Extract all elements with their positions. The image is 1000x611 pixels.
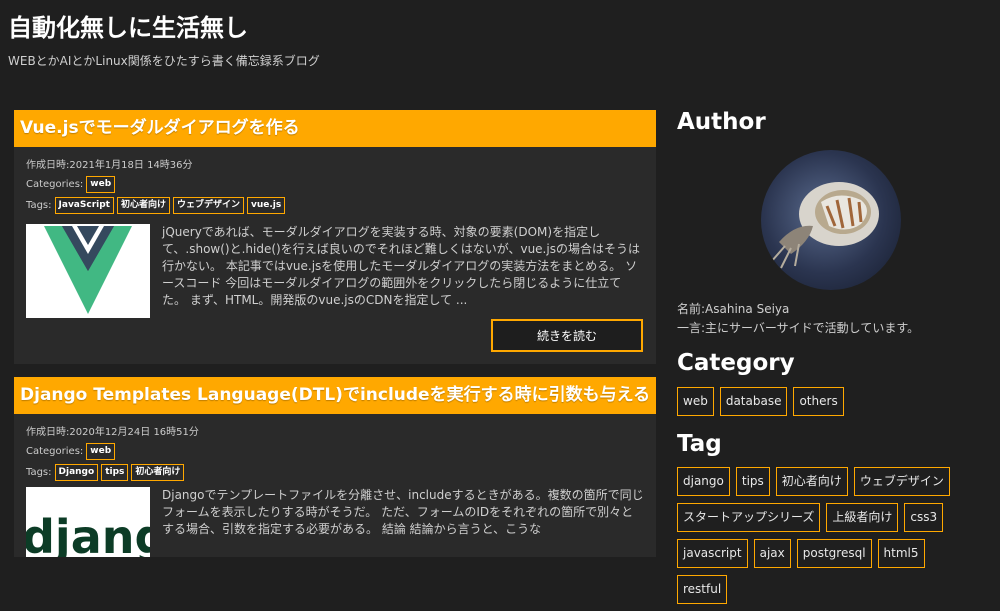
sidebar: Author 名前:Asahina Seiya 一言:主にサーバーサイドで活動し… bbox=[677, 104, 987, 611]
site-title[interactable]: 自動化無しに生活無し bbox=[8, 8, 248, 43]
categories-label: Categories: bbox=[26, 179, 84, 190]
category-chip[interactable]: web bbox=[86, 176, 116, 193]
tag-link[interactable]: tips bbox=[735, 467, 770, 496]
tag-link[interactable]: html5 bbox=[877, 539, 925, 568]
category-chip[interactable]: web bbox=[86, 443, 116, 460]
category-heading: Category bbox=[677, 350, 795, 376]
post-meta: 作成日時:2021年1月18日 14時36分 Categories: web T… bbox=[14, 147, 656, 216]
post-date: 作成日時:2020年12月24日 16時51分 bbox=[26, 427, 199, 438]
tags-label: Tags: bbox=[26, 467, 52, 478]
post-card: Vue.jsでモーダルダイアログを作る 作成日時:2021年1月18日 14時3… bbox=[14, 110, 656, 364]
tag-link[interactable]: 初心者向け bbox=[775, 467, 848, 496]
post-thumbnail[interactable]: django bbox=[26, 487, 150, 557]
tag-chip[interactable]: tips bbox=[101, 464, 129, 481]
tag-link[interactable]: スタートアップシリーズ bbox=[677, 503, 821, 532]
post-body: jQueryであれば、モーダルダイアログを実装する時、対象の要素(DOM)を指定… bbox=[14, 224, 656, 352]
tag-link[interactable]: restful bbox=[677, 575, 728, 604]
author-info: 名前:Asahina Seiya 一言:主にサーバーサイドで活動しています。 bbox=[677, 300, 987, 338]
post-tags: Tags: JavaScript 初心者向け ウェブデザイン vue.js bbox=[26, 195, 644, 216]
tag-chip[interactable]: 初心者向け bbox=[116, 197, 170, 214]
tag-link[interactable]: postgresql bbox=[796, 539, 872, 568]
post-categories: Categories: web bbox=[26, 441, 644, 462]
post-categories: Categories: web bbox=[26, 174, 644, 195]
tag-link[interactable]: ウェブデザイン bbox=[853, 467, 950, 496]
category-list: web database others bbox=[677, 387, 977, 423]
post-body: django Djangoでテンプレートファイルを分離させ、includeすると… bbox=[14, 487, 656, 557]
tag-list: django tips 初心者向け ウェブデザイン スタートアップシリーズ 上級… bbox=[677, 467, 977, 611]
read-more-button[interactable]: 続きを読む bbox=[491, 319, 643, 352]
tag-chip[interactable]: 初心者向け bbox=[131, 464, 185, 481]
tag-link[interactable]: django bbox=[677, 467, 730, 496]
category-link[interactable]: others bbox=[793, 387, 844, 416]
tag-chip[interactable]: JavaScript bbox=[54, 197, 114, 214]
tag-chip[interactable]: vue.js bbox=[247, 197, 286, 214]
post-excerpt: Djangoでテンプレートファイルを分離させ、includeするときがある。複数… bbox=[162, 488, 644, 536]
nautilus-icon bbox=[770, 182, 879, 269]
author-bio: 一言:主にサーバーサイドで活動しています。 bbox=[677, 321, 920, 335]
tag-chip[interactable]: ウェブデザイン bbox=[172, 197, 244, 214]
category-link[interactable]: database bbox=[719, 387, 788, 416]
post-card: Django Templates Language(DTL)でincludeを実… bbox=[14, 377, 656, 557]
vue-logo-icon bbox=[44, 226, 132, 314]
post-title[interactable]: Django Templates Language(DTL)でincludeを実… bbox=[14, 377, 656, 414]
post-excerpt: jQueryであれば、モーダルダイアログを実装する時、対象の要素(DOM)を指定… bbox=[162, 225, 640, 307]
categories-label: Categories: bbox=[26, 446, 84, 457]
site-description: WEBとかAIとかLinux関係をひたすら書く備忘録系ブログ bbox=[8, 54, 320, 68]
post-list: Vue.jsでモーダルダイアログを作る 作成日時:2021年1月18日 14時3… bbox=[14, 110, 656, 570]
tag-link[interactable]: css3 bbox=[904, 503, 944, 532]
post-tags: Tags: Django tips 初心者向け bbox=[26, 462, 644, 483]
tags-label: Tags: bbox=[26, 200, 52, 211]
tag-heading: Tag bbox=[677, 431, 722, 457]
post-date: 作成日時:2021年1月18日 14時36分 bbox=[26, 160, 193, 171]
site-header: 自動化無しに生活無し WEBとかAIとかLinux関係をひたすら書く備忘録系ブロ… bbox=[0, 0, 1000, 90]
tag-link[interactable]: 上級者向け bbox=[826, 503, 899, 532]
author-name: 名前:Asahina Seiya bbox=[677, 302, 790, 316]
thumbnail-text: django bbox=[26, 510, 150, 557]
author-heading: Author bbox=[677, 109, 766, 135]
post-title[interactable]: Vue.jsでモーダルダイアログを作る bbox=[14, 110, 656, 147]
post-thumbnail[interactable] bbox=[26, 224, 150, 318]
post-meta: 作成日時:2020年12月24日 16時51分 Categories: web … bbox=[14, 414, 656, 483]
tag-link[interactable]: javascript bbox=[677, 539, 748, 568]
tag-link[interactable]: ajax bbox=[753, 539, 791, 568]
tag-chip[interactable]: Django bbox=[54, 464, 99, 481]
avatar bbox=[761, 150, 901, 290]
category-link[interactable]: web bbox=[677, 387, 714, 416]
django-logo-icon: django bbox=[26, 510, 150, 557]
